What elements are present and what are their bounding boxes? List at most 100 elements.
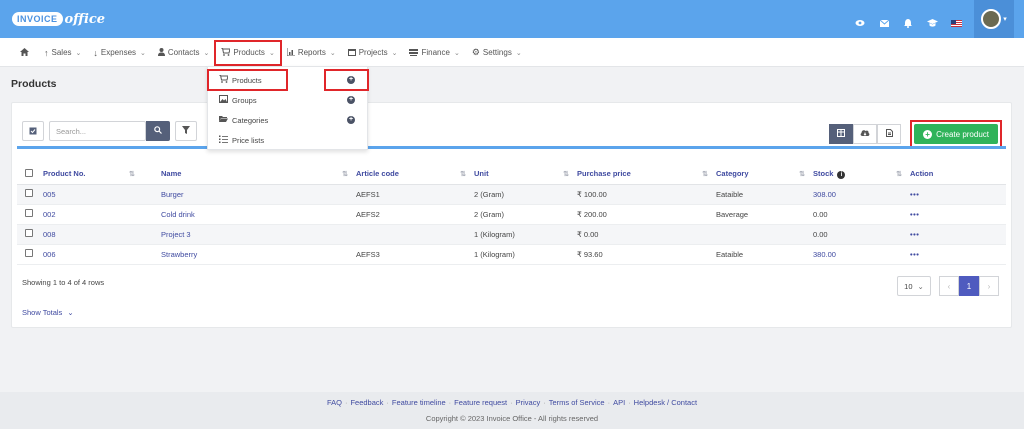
more-actions-icon[interactable]: ••• xyxy=(910,190,919,199)
page-1-button[interactable]: 1 xyxy=(959,276,979,296)
cell-name[interactable]: Project 3 xyxy=(161,224,356,245)
create-product-button[interactable]: + Create product xyxy=(914,124,998,144)
footer-link[interactable]: Feature request xyxy=(454,398,507,407)
cell-category: Eataible xyxy=(716,184,813,205)
sort-icon[interactable]: ⇅ xyxy=(799,170,805,178)
sort-icon[interactable]: ⇅ xyxy=(702,170,708,178)
header-category-label: Category xyxy=(716,169,749,179)
nav-settings[interactable]: ⚙ Settings ⌄ xyxy=(466,38,528,67)
row-checkbox[interactable] xyxy=(25,249,33,257)
header-category[interactable]: Category ⇅ xyxy=(716,164,813,185)
table-row[interactable]: 008 Project 3 1 (Kilogram) ₹ 0.00 0.00 ••• xyxy=(17,224,1006,245)
nav-contacts-label: Contacts xyxy=(167,48,200,57)
footer-link[interactable]: Privacy xyxy=(516,398,541,407)
header-article-code[interactable]: Article code ⇅ xyxy=(356,164,474,185)
calendar-icon xyxy=(347,48,356,58)
page-size-select[interactable]: 10 ⌄ xyxy=(897,276,931,296)
add-group-icon[interactable]: + xyxy=(347,96,355,104)
header-unit[interactable]: Unit ⇅ xyxy=(474,164,577,185)
footer-link[interactable]: Terms of Service xyxy=(549,398,605,407)
products-card: Search... + Create product Product No. ⇅… xyxy=(11,102,1012,328)
create-product-highlight: + Create product xyxy=(910,120,1002,148)
cell-product-no[interactable]: 002 xyxy=(43,204,161,225)
table-row[interactable]: 005 Burger AEFS1 2 (Gram) ₹ 100.00 Eataible 30… xyxy=(17,184,1006,205)
footer-link[interactable]: Feedback xyxy=(350,398,383,407)
cell-product-no[interactable]: 005 xyxy=(43,184,161,205)
sort-icon[interactable]: ⇅ xyxy=(460,170,466,178)
bell-icon[interactable] xyxy=(896,12,920,34)
pdf-button[interactable] xyxy=(877,124,902,144)
footer-link[interactable]: Feature timeline xyxy=(392,398,446,407)
more-actions-icon[interactable]: ••• xyxy=(910,210,919,219)
sort-icon[interactable]: ⇅ xyxy=(342,170,348,178)
row-checkbox-cell xyxy=(17,204,43,225)
more-actions-icon[interactable]: ••• xyxy=(910,230,919,239)
cell-article-code: AEFS2 xyxy=(356,204,474,225)
search-input[interactable]: Search... xyxy=(49,121,146,141)
cell-article-code: AEFS1 xyxy=(356,184,474,205)
table-row[interactable]: 006 Strawberry AEFS3 1 (Kilogram) ₹ 93.60 Eat… xyxy=(17,244,1006,265)
table-row[interactable]: 002 Cold drink AEFS2 2 (Gram) ₹ 200.00 Bavera… xyxy=(17,204,1006,225)
nav-projects[interactable]: Projects ⌄ xyxy=(342,38,404,67)
header-name-label: Name xyxy=(161,169,182,179)
nav-sales[interactable]: ↑ Sales ⌄ xyxy=(38,38,87,67)
nav-reports[interactable]: Reports ⌄ xyxy=(281,38,342,67)
cell-name[interactable]: Strawberry xyxy=(161,244,356,265)
table-toolbar: Search... xyxy=(22,121,197,141)
nav-expenses[interactable]: ↓ Expenses ⌄ xyxy=(87,38,152,67)
sort-icon[interactable]: ⇅ xyxy=(896,170,902,178)
create-product-label: Create product xyxy=(936,129,989,139)
export-button[interactable] xyxy=(853,124,878,144)
cart-icon xyxy=(219,74,229,85)
columns-button[interactable] xyxy=(829,124,854,144)
next-page-button[interactable]: › xyxy=(979,276,999,296)
footer-link[interactable]: Helpdesk / Contact xyxy=(634,398,697,407)
mail-icon[interactable] xyxy=(872,12,896,34)
more-actions-icon[interactable]: ••• xyxy=(910,250,919,259)
select-all-checkbox[interactable] xyxy=(25,168,33,177)
dropdown-item-groups[interactable]: Groups xyxy=(208,90,369,110)
row-checkbox[interactable] xyxy=(25,229,33,237)
eye-icon[interactable] xyxy=(848,12,872,34)
header-stock[interactable]: Stock i ⇅ xyxy=(813,164,910,185)
footer-link[interactable]: API xyxy=(613,398,625,407)
sort-icon[interactable]: ⇅ xyxy=(563,170,569,178)
header-purchase-price[interactable]: Purchase price ⇅ xyxy=(577,164,716,185)
nav-contacts[interactable]: Contacts ⌄ xyxy=(152,38,215,67)
header-name[interactable]: ⇅ Name ⇅ xyxy=(129,164,356,185)
row-checkbox[interactable] xyxy=(25,209,33,217)
nav-products[interactable]: Products ⌄ xyxy=(214,39,282,66)
header-product-no[interactable]: Product No. xyxy=(43,164,161,185)
row-checkbox[interactable] xyxy=(25,189,33,197)
add-category-icon[interactable]: + xyxy=(347,116,355,124)
nav-finance[interactable]: Finance ⌄ xyxy=(403,38,465,67)
dropdown-item-categories[interactable]: Categories xyxy=(208,110,369,130)
header-stock-label: Stock xyxy=(813,168,834,178)
user-menu[interactable]: ▾ xyxy=(974,0,1014,38)
nav-products-label: Products xyxy=(233,48,265,57)
info-icon[interactable]: i xyxy=(837,170,846,179)
nav-sales-label: Sales xyxy=(51,48,72,57)
cell-product-no[interactable]: 006 xyxy=(43,244,161,265)
us-flag-icon[interactable] xyxy=(944,12,968,34)
sort-icon[interactable]: ⇅ xyxy=(129,170,135,178)
prev-page-button[interactable]: ‹ xyxy=(939,276,959,296)
filter-button[interactable] xyxy=(175,121,197,141)
header-unit-label: Unit xyxy=(474,169,489,179)
nav-home[interactable] xyxy=(14,38,38,67)
cell-product-no[interactable]: 008 xyxy=(43,224,161,245)
cell-stock[interactable]: 380.00 xyxy=(813,244,910,265)
select-all-button[interactable] xyxy=(22,121,44,141)
showing-rows-text: Showing 1 to 4 of 4 rows xyxy=(22,278,105,287)
dropdown-item-price-lists[interactable]: Price lists xyxy=(208,130,369,150)
footer-link[interactable]: FAQ xyxy=(327,398,342,407)
search-button[interactable] xyxy=(146,121,170,141)
cell-stock[interactable]: 308.00 xyxy=(813,184,910,205)
cell-name[interactable]: Burger xyxy=(161,184,356,205)
dropdown-item-products[interactable]: Products xyxy=(207,69,288,91)
add-product-icon[interactable]: + xyxy=(347,76,355,84)
app-logo[interactable]: INVOICE office xyxy=(12,10,105,28)
graduation-cap-icon[interactable] xyxy=(920,12,944,34)
cell-name[interactable]: Cold drink xyxy=(161,204,356,225)
show-totals-link[interactable]: Show Totals ⌄ xyxy=(22,308,74,317)
